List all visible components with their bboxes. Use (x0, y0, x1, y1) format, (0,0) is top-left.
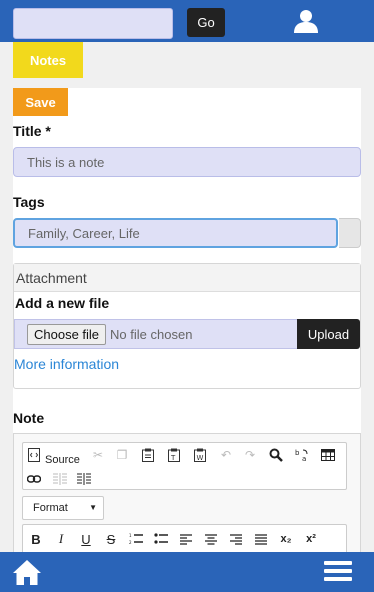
file-input[interactable]: Choose file No file chosen (14, 319, 298, 349)
no-file-text: No file chosen (110, 326, 193, 342)
anchor-icon[interactable] (75, 470, 93, 488)
tags-label: Tags (13, 194, 45, 210)
table-icon[interactable] (319, 446, 337, 464)
svg-text:T: T (170, 454, 176, 462)
rich-text-editor: Source ✂ ❐ T W ↶ ↷ ba Format ▼ B I U S 1… (13, 433, 361, 558)
home-icon[interactable] (12, 558, 42, 586)
undo-icon[interactable]: ↶ (217, 446, 235, 464)
bottom-bar (0, 552, 374, 592)
go-button[interactable]: Go (187, 8, 225, 37)
align-right-icon[interactable] (227, 530, 245, 548)
save-button[interactable]: Save (13, 88, 68, 116)
numbered-list-icon[interactable]: 12 (127, 530, 145, 548)
title-input[interactable]: This is a note (13, 147, 361, 177)
title-label: Title * (13, 123, 51, 139)
italic-icon[interactable]: I (52, 530, 70, 548)
upload-button[interactable]: Upload (297, 319, 360, 349)
svg-text:2: 2 (129, 540, 132, 545)
svg-text:a: a (302, 455, 306, 462)
editor-toolbar-3: B I U S 12 x₂ x² (22, 524, 347, 554)
tab-notes[interactable]: Notes (13, 42, 83, 78)
svg-text:b: b (295, 449, 300, 457)
paste-icon[interactable] (139, 446, 157, 464)
source-button[interactable]: Source (45, 454, 80, 466)
strikethrough-icon[interactable]: S (102, 530, 120, 548)
paste-word-icon[interactable]: W (191, 446, 209, 464)
top-bar: Go (0, 0, 374, 42)
svg-text:1: 1 (129, 533, 132, 538)
bold-icon[interactable]: B (27, 530, 45, 548)
search-icon[interactable] (267, 446, 285, 464)
tags-input[interactable]: Family, Career, Life (13, 218, 338, 248)
cut-icon[interactable]: ✂ (89, 446, 107, 464)
align-left-icon[interactable] (177, 530, 195, 548)
superscript-icon[interactable]: x² (302, 530, 320, 548)
chevron-down-icon: ▼ (89, 503, 97, 512)
unlink-icon[interactable] (51, 470, 69, 488)
note-label: Note (13, 410, 45, 426)
format-label: Format (33, 502, 68, 514)
underline-icon[interactable]: U (77, 530, 95, 548)
note-form: Save Title * This is a note Tags Family,… (13, 88, 361, 558)
editor-toolbar-1: Source ✂ ❐ T W ↶ ↷ ba (22, 442, 347, 490)
attachment-header: Attachment (14, 264, 360, 292)
add-file-label: Add a new file (15, 295, 110, 311)
tags-addon[interactable] (339, 218, 361, 248)
format-dropdown[interactable]: Format ▼ (22, 496, 104, 520)
source-icon[interactable] (25, 446, 43, 464)
replace-icon[interactable]: ba (293, 446, 311, 464)
bulleted-list-icon[interactable] (152, 530, 170, 548)
link-icon[interactable] (25, 470, 43, 488)
choose-file-button[interactable]: Choose file (27, 323, 107, 345)
menu-icon[interactable] (324, 559, 352, 583)
subscript-icon[interactable]: x₂ (277, 530, 295, 548)
copy-icon[interactable]: ❐ (113, 446, 131, 464)
attachment-box: Attachment Add a new file Choose file No… (13, 263, 361, 389)
paste-text-icon[interactable]: T (165, 446, 183, 464)
justify-icon[interactable] (252, 530, 270, 548)
search-input[interactable] (13, 8, 173, 39)
user-icon[interactable] (293, 9, 319, 33)
redo-icon[interactable]: ↷ (241, 446, 259, 464)
align-center-icon[interactable] (202, 530, 220, 548)
more-information-link[interactable]: More information (14, 356, 119, 372)
svg-text:W: W (197, 454, 204, 462)
